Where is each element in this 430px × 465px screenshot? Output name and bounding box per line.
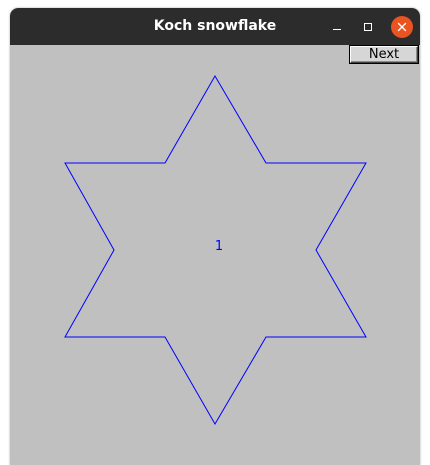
maximize-button[interactable]	[357, 16, 379, 38]
close-icon	[397, 22, 407, 32]
title-bar[interactable]: Koch snowflake	[10, 8, 420, 45]
minimize-button[interactable]	[326, 16, 348, 38]
minimize-icon	[333, 29, 341, 30]
close-button[interactable]	[391, 16, 413, 38]
maximize-icon	[364, 23, 372, 31]
snowflake-canvas: 1	[64, 75, 367, 425]
iteration-label: 1	[215, 239, 223, 254]
app-window: Koch snowflake Next 1	[10, 8, 420, 465]
